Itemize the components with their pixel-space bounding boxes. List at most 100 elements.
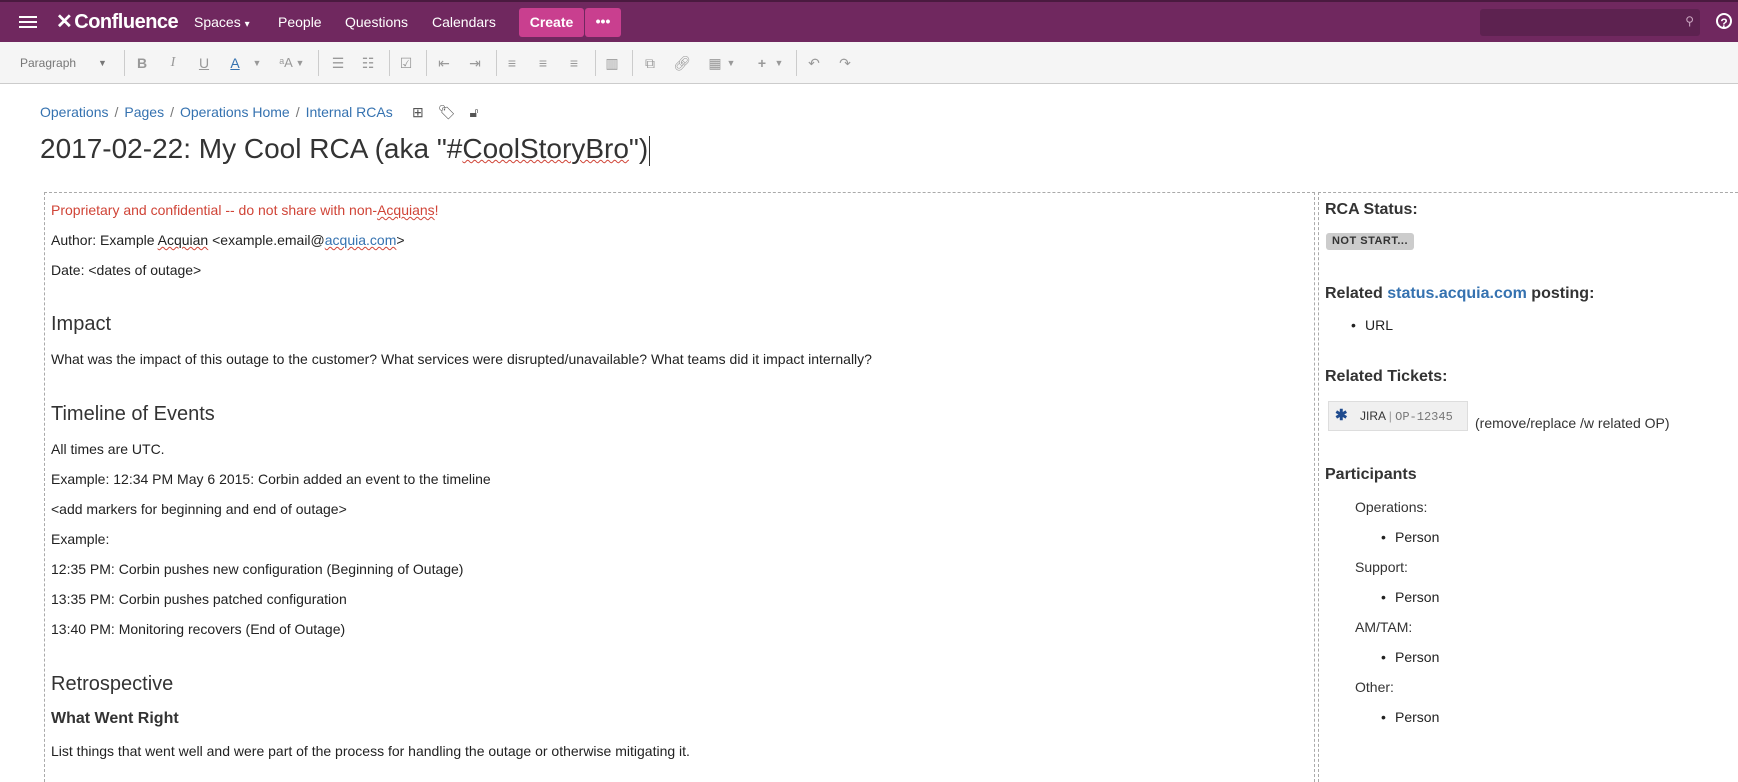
sidebar-cell[interactable]: RCA Status: NOT START... Related status.… bbox=[1318, 192, 1738, 782]
related-status-prefix: Related bbox=[1325, 285, 1388, 302]
confluence-logo[interactable]: ✕ Confluence bbox=[56, 2, 179, 42]
list-item: URL bbox=[1351, 317, 1393, 333]
top-navigation-bar: ✕ Confluence Spaces ▾ People Questions Ca… bbox=[0, 0, 1738, 42]
breadcrumb-operations-home[interactable]: Operations Home bbox=[180, 104, 290, 120]
nav-spaces[interactable]: Spaces ▾ bbox=[194, 2, 250, 42]
page-layout-icon[interactable]: ▥ bbox=[602, 51, 622, 75]
chevron-down-icon[interactable]: ▼ bbox=[295, 51, 305, 75]
breadcrumb-pages[interactable]: Pages bbox=[124, 104, 164, 120]
timeline-line: All times are UTC. bbox=[51, 441, 165, 457]
author-name: Acquian bbox=[157, 232, 209, 248]
text-style-button[interactable]: ᵃA bbox=[275, 51, 297, 75]
timeline-line: 12:35 PM: Corbin pushes new configuratio… bbox=[51, 561, 464, 577]
breadcrumb-separator: / bbox=[114, 104, 119, 120]
rca-status-label: RCA Status: bbox=[1325, 201, 1418, 218]
confidential-text: Proprietary and confidential -- do not s… bbox=[51, 202, 378, 218]
toolbar-divider bbox=[595, 50, 596, 76]
italic-button[interactable]: I bbox=[165, 51, 181, 75]
nav-people[interactable]: People bbox=[278, 2, 322, 42]
author-email-link[interactable]: acquia.com bbox=[325, 232, 397, 248]
timeline-heading: Timeline of Events bbox=[51, 403, 215, 425]
participant-group-label: AM/TAM: bbox=[1355, 619, 1413, 635]
insert-files-icon[interactable]: ⧉ bbox=[640, 51, 660, 75]
bullet-list-icon[interactable]: ☰ bbox=[328, 51, 348, 75]
related-status-suffix: posting: bbox=[1526, 285, 1595, 302]
timeline-line: Example: bbox=[51, 531, 110, 547]
hamburger-menu-icon[interactable] bbox=[19, 2, 37, 42]
nav-questions[interactable]: Questions bbox=[345, 2, 408, 42]
chevron-down-icon[interactable]: ▼ bbox=[252, 51, 262, 75]
breadcrumb-separator: / bbox=[170, 104, 174, 120]
timeline-line: Example: 12:34 PM May 6 2015: Corbin add… bbox=[51, 471, 491, 487]
impact-text: What was the impact of this outage to th… bbox=[51, 351, 872, 367]
toolbar-divider bbox=[632, 50, 633, 76]
confidential-notice: Proprietary and confidential -- do not s… bbox=[51, 202, 439, 218]
toolbar-divider bbox=[796, 50, 797, 76]
search-icon[interactable]: ⚲ bbox=[1685, 14, 1694, 28]
search-input[interactable] bbox=[1480, 9, 1686, 36]
author-label: Author: Example bbox=[51, 232, 158, 248]
confidential-text-end: ! bbox=[434, 202, 439, 218]
jira-icon: ✱ bbox=[1335, 407, 1348, 424]
redo-icon[interactable]: ↷ bbox=[835, 51, 855, 75]
table-icon[interactable]: ▦ bbox=[705, 51, 725, 75]
paragraph-format-select[interactable]: Paragraph ▼ bbox=[20, 51, 110, 75]
chevron-down-icon[interactable]: ▼ bbox=[726, 51, 736, 75]
page-title-input[interactable]: 2017-02-22: My Cool RCA (aka "#CoolStory… bbox=[40, 133, 651, 166]
insert-more-icon[interactable]: + bbox=[752, 51, 772, 75]
underline-button[interactable]: U bbox=[196, 51, 212, 75]
jira-separator: | bbox=[1388, 409, 1392, 423]
author-line: Author: Example Acquian <example.email@a… bbox=[51, 232, 405, 248]
text-color-button[interactable]: A bbox=[227, 51, 243, 75]
nav-spaces-label: Spaces bbox=[194, 14, 241, 30]
label-tag-icon[interactable]: 🏷︎ bbox=[438, 104, 456, 120]
participant-item: Person bbox=[1381, 649, 1439, 665]
timeline-line: <add markers for beginning and end of ou… bbox=[51, 501, 347, 517]
outdent-icon[interactable]: ⇤ bbox=[434, 51, 454, 75]
timeline-line: 13:35 PM: Corbin pushes patched configur… bbox=[51, 591, 347, 607]
chevron-down-icon[interactable]: ▼ bbox=[774, 51, 784, 75]
undo-icon[interactable]: ↶ bbox=[804, 51, 824, 75]
participant-item: Person bbox=[1381, 589, 1439, 605]
align-center-icon[interactable]: ≡ bbox=[533, 51, 553, 75]
numbered-list-icon[interactable]: ☷ bbox=[358, 51, 378, 75]
retrospective-heading: Retrospective bbox=[51, 673, 174, 695]
breadcrumb-internal-rcas[interactable]: Internal RCAs bbox=[306, 104, 393, 120]
related-tickets-heading: Related Tickets: bbox=[1325, 368, 1448, 385]
jira-note: (remove/replace /w related OP) bbox=[1475, 415, 1670, 431]
indent-icon[interactable]: ⇥ bbox=[465, 51, 485, 75]
toolbar-divider bbox=[496, 50, 497, 76]
more-create-options-button[interactable]: ••• bbox=[585, 8, 621, 37]
participant-item: Person bbox=[1381, 529, 1439, 545]
status-badge[interactable]: NOT START... bbox=[1326, 233, 1414, 250]
help-icon[interactable]: ? bbox=[1716, 13, 1732, 30]
toolbar-divider bbox=[426, 50, 427, 76]
jira-macro-text: JIRA | OP-12345 bbox=[1360, 402, 1453, 431]
align-left-icon[interactable]: ≡ bbox=[502, 51, 522, 75]
task-list-icon[interactable]: ☑ bbox=[396, 51, 416, 75]
participant-group-label: Support: bbox=[1355, 559, 1408, 575]
create-button[interactable]: Create bbox=[519, 8, 584, 37]
jira-issue-macro[interactable]: ✱ JIRA | OP-12345 bbox=[1328, 401, 1468, 431]
breadcrumb-operations[interactable]: Operations bbox=[40, 104, 108, 120]
text-cursor bbox=[649, 135, 651, 166]
chevron-down-icon: ▾ bbox=[244, 19, 250, 30]
main-content-cell[interactable]: Proprietary and confidential -- do not s… bbox=[44, 192, 1315, 782]
bold-button[interactable]: B bbox=[134, 51, 150, 75]
status-site-link[interactable]: status.acquia.com bbox=[1387, 285, 1527, 302]
chevron-down-icon: ▼ bbox=[98, 58, 107, 68]
page-tree-icon[interactable]: ⊞ bbox=[412, 104, 424, 120]
link-icon[interactable]: 🔗︎ bbox=[672, 51, 692, 75]
toolbar-divider bbox=[124, 50, 125, 76]
page-title-text-end: ") bbox=[628, 133, 649, 164]
nav-calendars[interactable]: Calendars bbox=[432, 2, 496, 42]
breadcrumb-separator: / bbox=[295, 104, 300, 120]
toolbar-divider bbox=[318, 50, 319, 76]
jira-issue-key[interactable]: OP-12345 bbox=[1395, 410, 1453, 424]
align-right-icon[interactable]: ≡ bbox=[564, 51, 584, 75]
search-box: ⚲ bbox=[1480, 9, 1700, 36]
breadcrumb: Operations / Pages / Operations Home / Interna… bbox=[40, 104, 393, 120]
page-title-misspelled-word: CoolStoryBro bbox=[462, 133, 629, 164]
unlock-icon[interactable]: 🔓︎ bbox=[470, 104, 479, 120]
page-title-text: 2017-02-22: My Cool RCA (aka "# bbox=[40, 133, 463, 164]
